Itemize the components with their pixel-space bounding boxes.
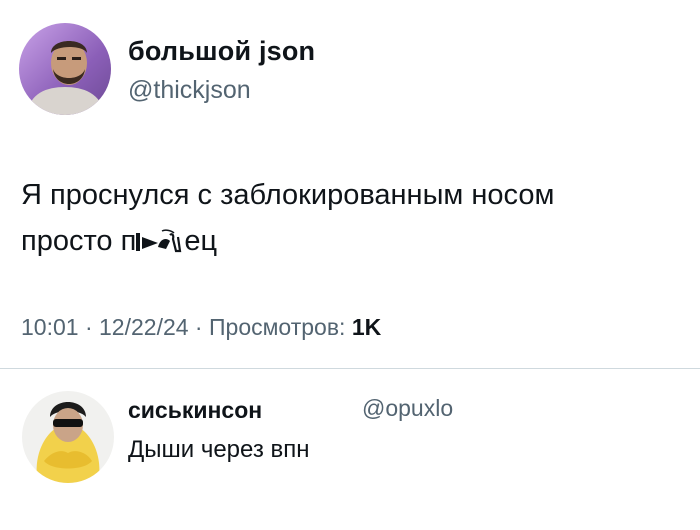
- author-handle[interactable]: @thickjson: [128, 76, 251, 105]
- reply-text: Дыши через впн: [128, 436, 310, 463]
- post-date[interactable]: 12/22/24: [99, 314, 189, 340]
- divider: [0, 368, 700, 369]
- post-text-line-2: просто п ец: [21, 218, 681, 264]
- post-text-line-2-end: ец: [184, 225, 218, 257]
- views-count: 1K: [351, 314, 382, 340]
- author-avatar[interactable]: [19, 23, 111, 115]
- reply-avatar[interactable]: [22, 391, 114, 483]
- views-label: Просмотров:: [209, 314, 352, 340]
- post-meta: 10:01 · 12/22/24 · Просмотров: 1K: [21, 314, 381, 341]
- post-text-line-1: Я проснулся с заблокированным носом: [21, 179, 555, 211]
- meta-separator: ·: [78, 314, 100, 340]
- post-text-line-2-start: просто п: [21, 225, 137, 257]
- meta-separator: ·: [188, 314, 209, 340]
- reply-handle[interactable]: @opuxlo: [362, 395, 453, 422]
- post-text: Я проснулся с заблокированным носом прос…: [21, 172, 681, 264]
- censor-scribble: [136, 221, 184, 253]
- post-time[interactable]: 10:01: [21, 314, 79, 340]
- main-post: большой json @thickjson Я проснулся с за…: [0, 0, 700, 368]
- author-display-name[interactable]: большой json: [128, 36, 315, 67]
- reply-display-name[interactable]: сиськинсон: [128, 397, 262, 424]
